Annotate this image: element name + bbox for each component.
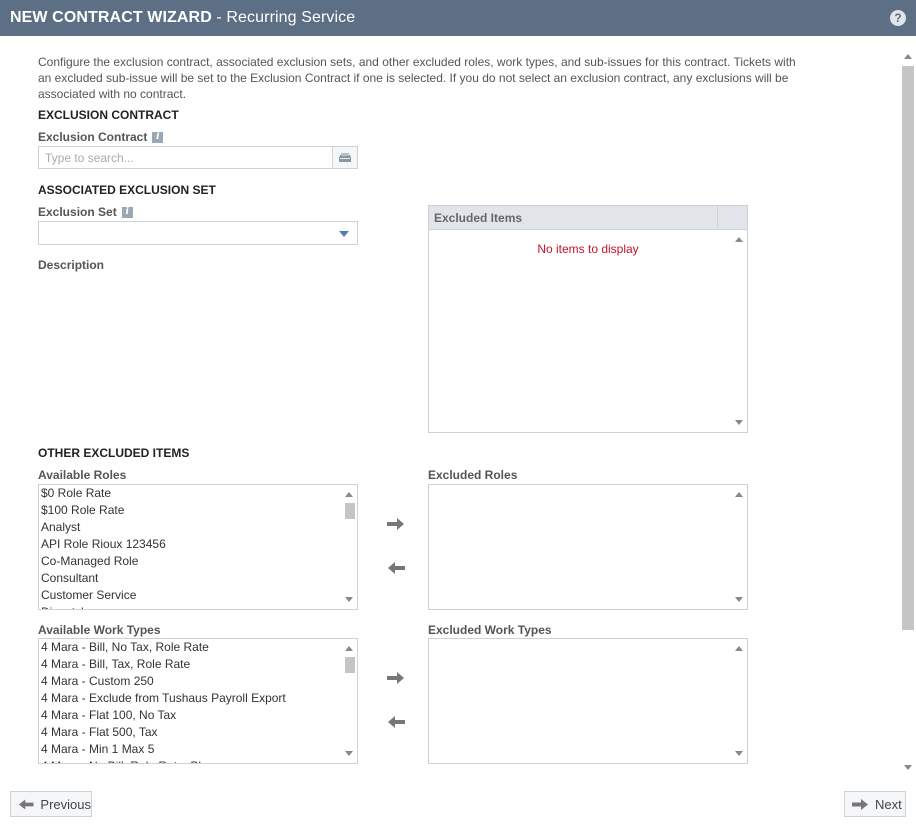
wizard-title: NEW CONTRACT WIZARD - Recurring Service xyxy=(10,9,355,27)
list-item[interactable]: 4 Mara - Bill, Tax, Role Rate xyxy=(39,656,339,673)
empty-message: No items to display xyxy=(537,242,639,256)
info-icon[interactable]: i xyxy=(152,131,164,143)
scroll-thumb[interactable] xyxy=(902,66,914,630)
lookup-button[interactable] xyxy=(332,147,357,168)
list-item[interactable]: Customer Service xyxy=(39,587,339,604)
list-item[interactable]: Co-Managed Role xyxy=(39,553,339,570)
available-roles-scrollbar[interactable] xyxy=(341,485,357,609)
arrow-right-icon[interactable] xyxy=(386,517,406,531)
available-work-types-list[interactable]: 4 Mara - Bill, No Tax, Role Rate 4 Mara -… xyxy=(38,638,358,764)
exclusion-contract-input[interactable] xyxy=(39,147,333,168)
list-item[interactable]: 4 Mara - Flat 100, No Tax xyxy=(39,707,339,724)
scroll-thumb[interactable] xyxy=(345,503,355,519)
list-item[interactable]: API Role Rioux 123456 xyxy=(39,536,339,553)
exclusion-set-label-text: Exclusion Set xyxy=(38,205,117,219)
excluded-work-types-scrollbar[interactable] xyxy=(731,639,747,763)
chevron-down-icon xyxy=(339,231,349,237)
list-item[interactable]: $0 Role Rate xyxy=(39,485,339,502)
previous-label: Previous xyxy=(40,796,91,812)
excluded-items-scrollbar[interactable] xyxy=(731,230,747,432)
available-work-types-label: Available Work Types xyxy=(38,623,161,637)
list-item[interactable]: Consultant xyxy=(39,570,339,587)
available-roles-list[interactable]: $0 Role Rate $100 Role Rate Analyst API Rol… xyxy=(38,484,358,610)
previous-button[interactable]: Previous xyxy=(10,791,92,817)
arrow-right-icon xyxy=(852,798,868,810)
scroll-up-icon[interactable] xyxy=(735,646,743,651)
list-item[interactable]: 4 Mara - Flat 500, Tax xyxy=(39,724,339,741)
scroll-down-icon[interactable] xyxy=(735,751,743,756)
help-icon[interactable]: ? xyxy=(890,10,906,26)
scroll-down-icon[interactable] xyxy=(735,597,743,602)
scroll-up-icon[interactable] xyxy=(735,237,743,242)
list-item[interactable]: 4 Mara - No Bill, Role Rate, Plan xyxy=(39,758,339,763)
next-button[interactable]: Next xyxy=(844,791,906,817)
excluded-work-types-label: Excluded Work Types xyxy=(428,623,552,637)
available-roles-label: Available Roles xyxy=(38,468,127,482)
excluded-items-column-header[interactable]: Excluded Items xyxy=(434,211,522,225)
excluded-items-grid-body: No items to display xyxy=(429,230,747,432)
exclusion-set-label: Exclusion Set i xyxy=(38,205,133,219)
arrow-left-icon[interactable] xyxy=(386,561,406,575)
list-item[interactable]: Analyst xyxy=(39,519,339,536)
excluded-roles-scrollbar[interactable] xyxy=(731,485,747,609)
scroll-down-icon[interactable] xyxy=(904,765,912,770)
description-label: Description xyxy=(38,258,105,272)
wizard-header: NEW CONTRACT WIZARD - Recurring Service … xyxy=(0,0,916,36)
list-item[interactable]: $100 Role Rate xyxy=(39,502,339,519)
list-item[interactable]: Dispatcher xyxy=(39,604,339,609)
exclusion-contract-label: Exclusion Contract i xyxy=(38,130,164,144)
scroll-up-icon[interactable] xyxy=(904,54,912,59)
page-scrollbar[interactable] xyxy=(900,48,916,776)
info-icon[interactable]: i xyxy=(121,206,133,218)
scroll-up-icon[interactable] xyxy=(345,646,353,651)
column-divider xyxy=(717,206,718,230)
exclusion-set-select[interactable] xyxy=(38,221,358,245)
scroll-up-icon[interactable] xyxy=(345,492,353,497)
excluded-roles-list[interactable] xyxy=(428,484,748,610)
list-item[interactable]: 4 Mara - Custom 250 xyxy=(39,673,339,690)
arrow-left-icon[interactable] xyxy=(386,715,406,729)
excluded-work-types-list[interactable] xyxy=(428,638,748,764)
wizard-content: Configure the exclusion contract, associ… xyxy=(0,36,900,776)
scroll-down-icon[interactable] xyxy=(345,597,353,602)
intro-text: Configure the exclusion contract, associ… xyxy=(38,55,796,101)
scroll-down-icon[interactable] xyxy=(345,751,353,756)
available-roles-items: $0 Role Rate $100 Role Rate Analyst API Rol… xyxy=(39,485,339,609)
exclusion-contract-search xyxy=(38,146,358,169)
available-work-types-items: 4 Mara - Bill, No Tax, Role Rate 4 Mara -… xyxy=(39,639,339,763)
wizard-title-text: NEW CONTRACT WIZARD xyxy=(10,9,212,26)
section-title-exclusion-contract: EXCLUSION CONTRACT xyxy=(38,108,179,122)
available-work-types-scrollbar[interactable] xyxy=(341,639,357,763)
next-label: Next xyxy=(875,796,902,812)
section-title-exclusion-set: ASSOCIATED EXCLUSION SET xyxy=(38,183,216,197)
arrow-left-icon xyxy=(18,798,34,810)
exclusion-contract-label-text: Exclusion Contract xyxy=(38,130,148,144)
list-item[interactable]: 4 Mara - Bill, No Tax, Role Rate xyxy=(39,639,339,656)
scroll-thumb[interactable] xyxy=(345,657,355,673)
scroll-down-icon[interactable] xyxy=(735,420,743,425)
arrow-right-icon[interactable] xyxy=(386,671,406,685)
list-item[interactable]: 4 Mara - Min 1 Max 5 xyxy=(39,741,339,758)
scroll-up-icon[interactable] xyxy=(735,492,743,497)
section-title-other-excluded: OTHER EXCLUDED ITEMS xyxy=(38,446,190,460)
wizard-subtitle: - Recurring Service xyxy=(211,9,356,26)
excluded-roles-label: Excluded Roles xyxy=(428,468,518,482)
excluded-items-grid: Excluded Items No items to display xyxy=(428,205,748,433)
lookup-icon xyxy=(339,153,351,162)
list-item[interactable]: 4 Mara - Exclude from Tushaus Payroll Ex… xyxy=(39,690,339,707)
excluded-items-grid-header: Excluded Items xyxy=(429,206,747,230)
